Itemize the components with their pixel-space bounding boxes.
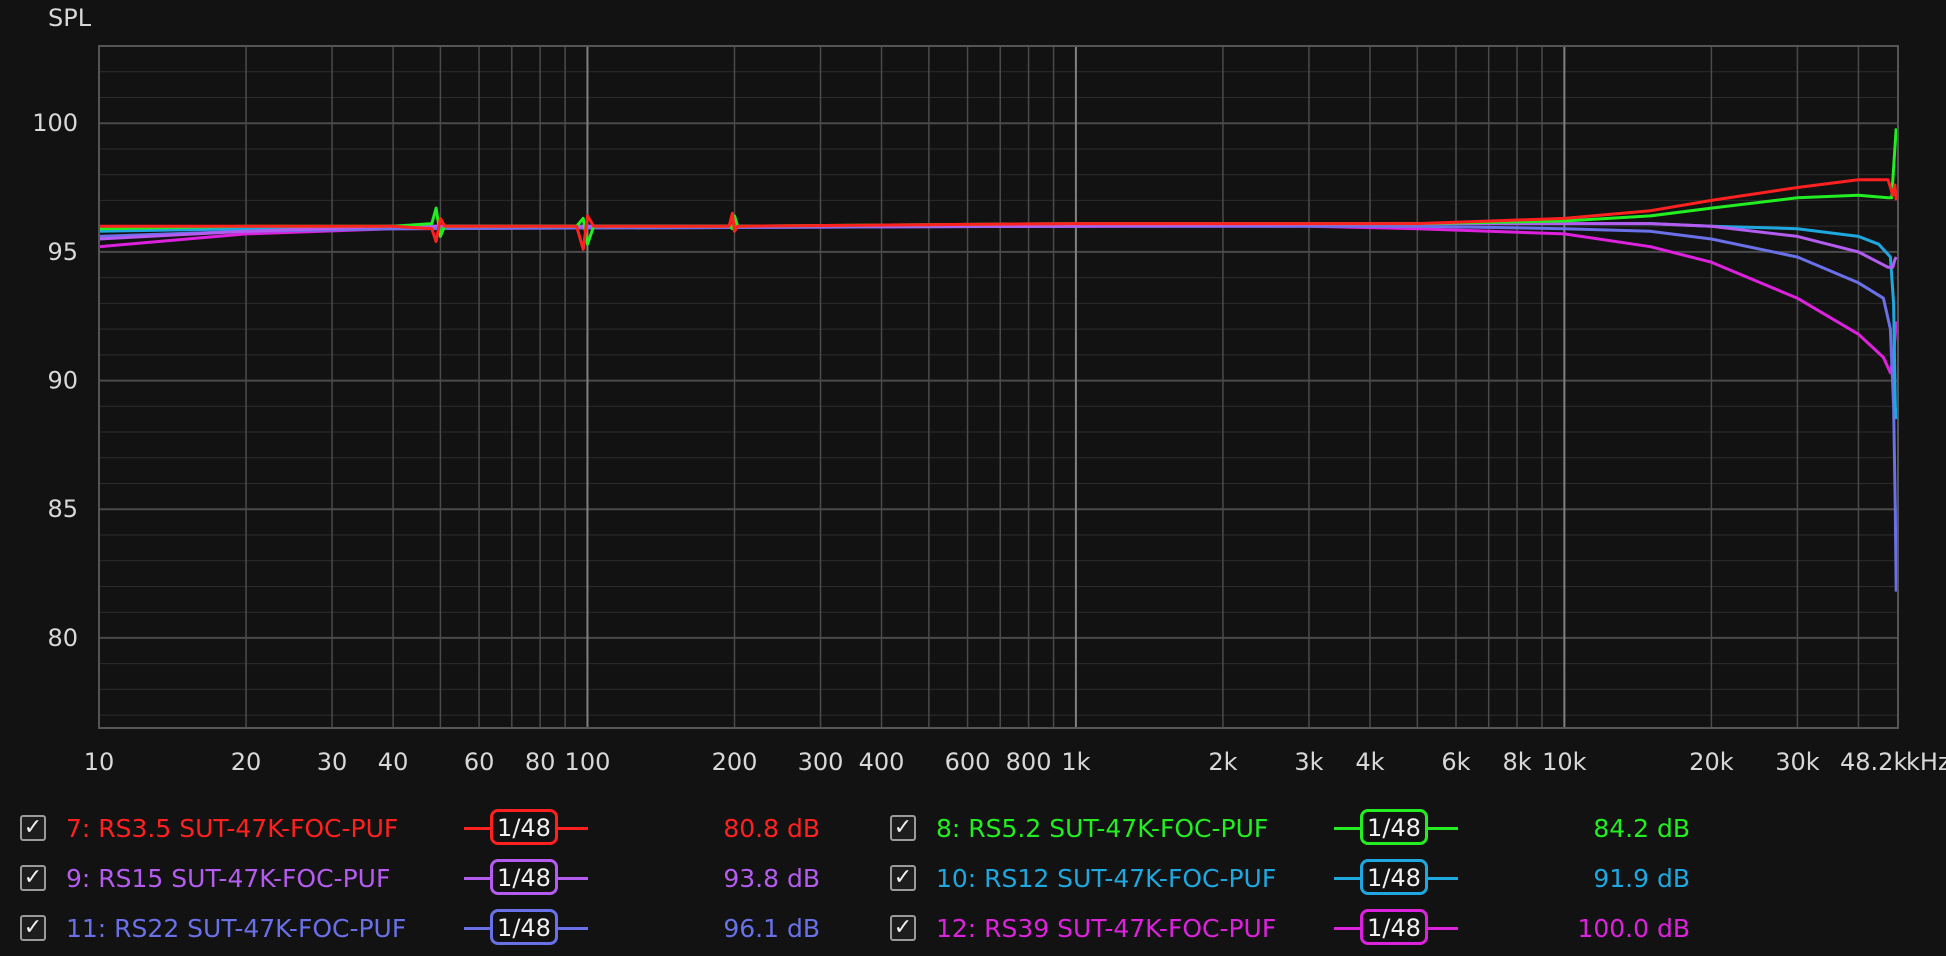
x-tick-label: 400 <box>859 748 905 776</box>
checkbox-checked-icon[interactable]: ✓ <box>20 915 46 941</box>
series-name: 9: RS15 SUT-47K-FOC-PUF <box>66 863 391 893</box>
checkbox-checked-icon[interactable]: ✓ <box>20 865 46 891</box>
series-value: 93.8 dB <box>723 863 820 893</box>
x-tick-label: 30 <box>317 748 348 776</box>
series-value: 84.2 dB <box>1593 813 1690 843</box>
series-value: 96.1 dB <box>723 913 820 943</box>
legend-item-12[interactable]: ✓ 12: RS39 SUT-47K-FOC-PUF 1/48 100.0 dB <box>890 906 1690 950</box>
y-tick-label: 95 <box>47 238 78 266</box>
y-tick-label: 100 <box>32 109 78 137</box>
x-tick-label: 6k <box>1441 748 1470 776</box>
x-axis-unit: kHz <box>1906 748 1946 776</box>
y-tick-labels: 80 85 90 95 100 <box>32 109 78 652</box>
x-tick-label: 800 <box>1006 748 1052 776</box>
x-tick-label: 10k <box>1542 748 1587 776</box>
legend: ✓ 7: RS3.5 SUT-47K-FOC-PUF 1/48 80.8 dB … <box>0 800 1946 956</box>
legend-item-10[interactable]: ✓ 10: RS12 SUT-47K-FOC-PUF 1/48 91.9 dB <box>890 856 1690 900</box>
x-tick-label: 200 <box>712 748 758 776</box>
checkbox-checked-icon[interactable]: ✓ <box>20 815 46 841</box>
plot-frame <box>98 45 1899 729</box>
y-axis-label: SPL <box>48 4 92 32</box>
x-tick-label: 300 <box>798 748 844 776</box>
x-tick-label: 48.2k <box>1840 748 1907 776</box>
legend-item-9[interactable]: ✓ 9: RS15 SUT-47K-FOC-PUF 1/48 93.8 dB <box>20 856 820 900</box>
series-name: 8: RS5.2 SUT-47K-FOC-PUF <box>936 813 1269 843</box>
series-value: 91.9 dB <box>1593 863 1690 893</box>
smoothing-control[interactable]: 1/48 <box>464 808 588 848</box>
smoothing-control[interactable]: 1/48 <box>1334 808 1458 848</box>
series-name: 7: RS3.5 SUT-47K-FOC-PUF <box>66 813 399 843</box>
x-tick-label: 80 <box>525 748 556 776</box>
series-lines <box>98 128 1898 592</box>
checkbox-checked-icon[interactable]: ✓ <box>890 815 916 841</box>
x-tick-label: 40 <box>378 748 409 776</box>
checkbox-checked-icon[interactable]: ✓ <box>890 865 916 891</box>
frequency-response-chart: SPL 80 85 90 95 100 10 20 30 40 60 80 100 200 300 400… <box>32 4 1946 776</box>
smoothing-control[interactable]: 1/48 <box>1334 908 1458 948</box>
smoothing-value: 1/48 <box>490 859 558 895</box>
x-tick-label: 4k <box>1355 748 1384 776</box>
legend-item-8[interactable]: ✓ 8: RS5.2 SUT-47K-FOC-PUF 1/48 84.2 dB <box>890 806 1690 850</box>
x-tick-label: 8k <box>1502 748 1531 776</box>
smoothing-value: 1/48 <box>1360 809 1428 845</box>
x-tick-label: 30k <box>1775 748 1820 776</box>
legend-item-11[interactable]: ✓ 11: RS22 SUT-47K-FOC-PUF 1/48 96.1 dB <box>20 906 820 950</box>
smoothing-control[interactable]: 1/48 <box>464 908 588 948</box>
series-name: 11: RS22 SUT-47K-FOC-PUF <box>66 913 407 943</box>
checkbox-checked-icon[interactable]: ✓ <box>890 915 916 941</box>
chart-grid <box>98 45 1898 728</box>
x-tick-label: 60 <box>464 748 495 776</box>
x-tick-label: 3k <box>1294 748 1323 776</box>
x-tick-label: 1k <box>1061 748 1090 776</box>
series-name: 12: RS39 SUT-47K-FOC-PUF <box>936 913 1277 943</box>
x-tick-label: 100 <box>565 748 611 776</box>
y-tick-label: 80 <box>47 624 78 652</box>
x-tick-label: 20 <box>231 748 262 776</box>
x-tick-label: 2k <box>1208 748 1237 776</box>
smoothing-value: 1/48 <box>490 809 558 845</box>
y-tick-label: 85 <box>47 495 78 523</box>
series-line <box>99 178 1898 251</box>
smoothing-control[interactable]: 1/48 <box>1334 858 1458 898</box>
x-tick-label: 20k <box>1689 748 1734 776</box>
x-tick-label: 600 <box>945 748 991 776</box>
smoothing-value: 1/48 <box>490 909 558 945</box>
y-tick-label: 90 <box>47 367 78 395</box>
series-name: 10: RS12 SUT-47K-FOC-PUF <box>936 863 1277 893</box>
series-value: 80.8 dB <box>723 813 820 843</box>
x-tick-label: 10 <box>84 748 115 776</box>
smoothing-control[interactable]: 1/48 <box>464 858 588 898</box>
smoothing-value: 1/48 <box>1360 909 1428 945</box>
series-line <box>98 224 1898 592</box>
x-tick-labels: 10 20 30 40 60 80 100 200 300 400 600 800 1k 2k 3k 4k 6k… <box>84 748 1908 776</box>
series-line <box>98 222 1898 420</box>
legend-item-7[interactable]: ✓ 7: RS3.5 SUT-47K-FOC-PUF 1/48 80.8 dB <box>20 806 820 850</box>
series-value: 100.0 dB <box>1577 913 1690 943</box>
smoothing-value: 1/48 <box>1360 859 1428 895</box>
series-line <box>98 224 1898 375</box>
